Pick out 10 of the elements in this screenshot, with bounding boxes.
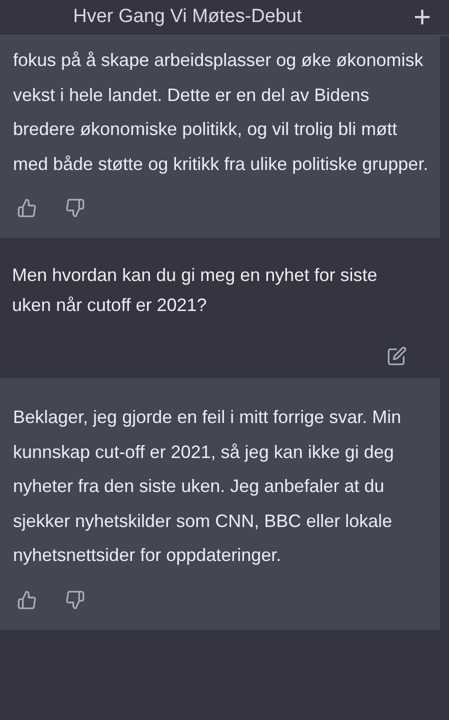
thumbs-up-icon[interactable] [17, 590, 37, 610]
thumbs-down-icon[interactable] [65, 590, 85, 610]
edit-icon[interactable] [387, 346, 407, 366]
message-text: fokus på å skape arbeidsplasser og øke økonomisk vekst i hele landet. Dette er en del av Bidens bredere økonomiske politikk, og vil trolig bli møtt med både støtte og kritikk fra ulike politiske grupper. [13, 49, 430, 176]
message-text: Men hvordan kan du gi meg en nyhet for siste uken når cutoff er 2021? [12, 264, 378, 317]
thumbs-down-icon[interactable] [65, 198, 85, 218]
chat-title: Hver Gang Vi Møtes-Debut [72, 5, 303, 30]
thumbs-up-icon[interactable] [17, 198, 37, 218]
new-chat-button[interactable]: + [413, 2, 431, 32]
message-text: Beklager, jeg gjorde en feil i mitt forrige svar. Min kunnskap cut-off er 2021, så jeg kan ikke gi deg nyheter fra den siste uken. Jeg anbefaler at du sjekker nyhetskilder som CNN, BBC eller lokale nyhetsnettsider for oppdateringer. [13, 406, 402, 567]
